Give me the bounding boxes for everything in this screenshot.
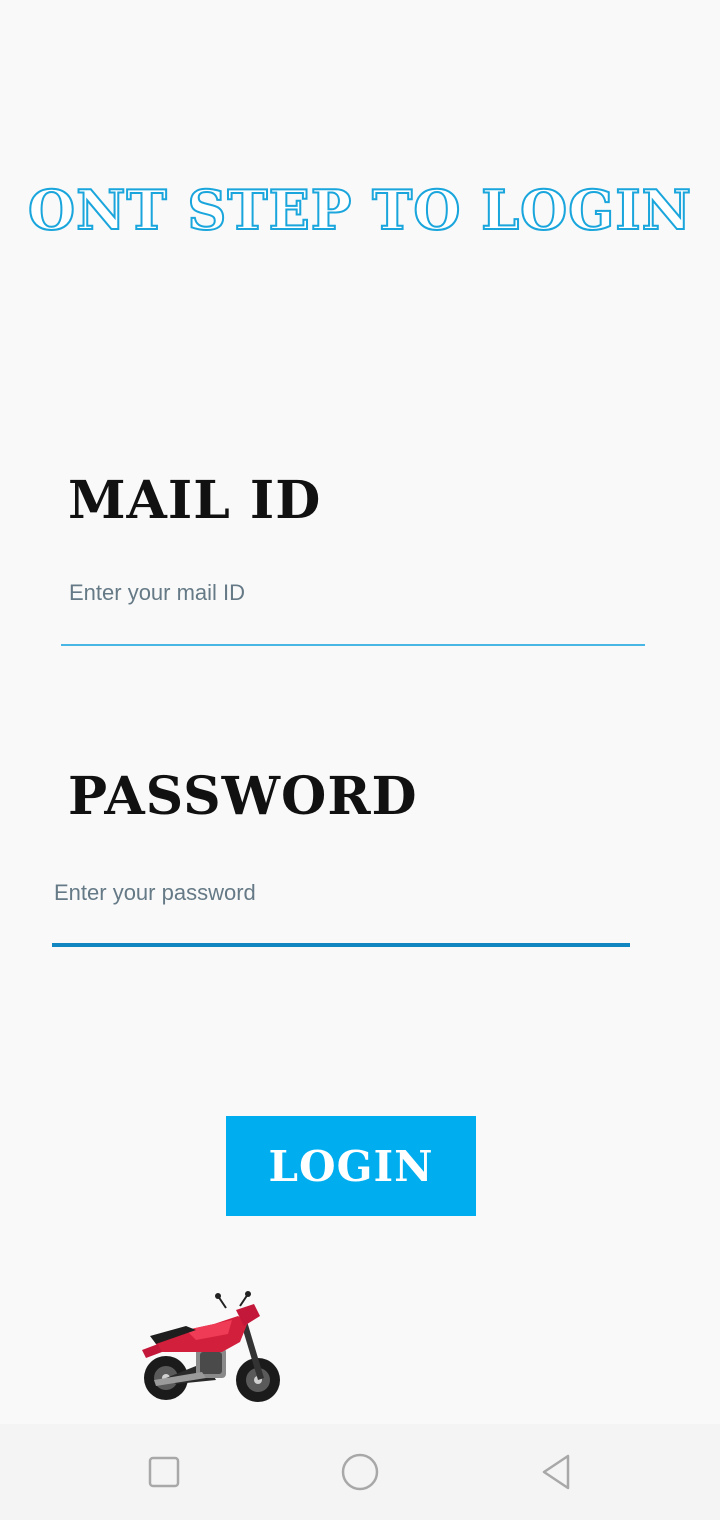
login-button[interactable]: LOGIN <box>226 1116 476 1216</box>
password-input[interactable] <box>54 876 624 910</box>
login-screen: ONT STEP TO LOGIN MAIL ID PASSWORD LOGIN <box>0 0 720 1520</box>
system-navigation-bar <box>0 1424 720 1520</box>
password-label: PASSWORD <box>68 766 418 827</box>
login-button-label: LOGIN <box>268 1141 434 1191</box>
home-icon[interactable] <box>334 1446 386 1498</box>
mail-id-underline <box>61 644 645 646</box>
mail-id-label: MAIL ID <box>68 470 322 531</box>
motorcycle-icon <box>136 1290 286 1410</box>
back-icon[interactable] <box>530 1446 582 1498</box>
password-underline <box>52 943 630 947</box>
mail-id-input[interactable] <box>69 576 639 610</box>
page-title: ONT STEP TO LOGIN <box>27 177 692 243</box>
recent-apps-icon[interactable] <box>138 1446 190 1498</box>
